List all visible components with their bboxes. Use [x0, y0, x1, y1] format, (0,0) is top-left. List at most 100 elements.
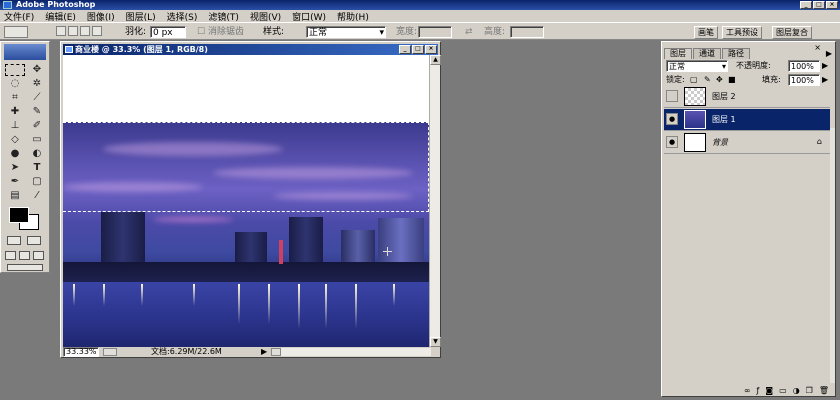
opacity-input[interactable]: 100%: [788, 60, 820, 72]
notes-tool-icon[interactable]: ▤: [5, 190, 25, 202]
dodge-tool-icon[interactable]: ◐: [27, 148, 47, 160]
tool-preset-picker[interactable]: [4, 26, 28, 38]
doc-minimize-button[interactable]: _: [399, 45, 411, 54]
vertical-scrollbar[interactable]: ▲ ▼: [429, 55, 441, 347]
foreground-color-swatch[interactable]: [9, 207, 29, 223]
menu-select[interactable]: 选择(S): [167, 10, 198, 23]
lasso-tool-icon[interactable]: ◌: [5, 78, 25, 90]
screen-mode-full-menu-icon[interactable]: [19, 251, 30, 260]
eye-icon[interactable]: ●: [666, 136, 678, 148]
palette-tab-brushes[interactable]: 画笔: [694, 26, 718, 39]
tab-channels[interactable]: 通道: [693, 48, 721, 59]
standard-mode-icon[interactable]: [7, 236, 21, 245]
shape-tool-icon[interactable]: ▢: [27, 176, 47, 188]
adjustment-layer-icon[interactable]: ◑: [793, 386, 800, 396]
selection-marquee-top: [63, 122, 429, 123]
lock-position-icon[interactable]: ✥: [716, 74, 723, 86]
scroll-up-icon[interactable]: ▲: [430, 55, 441, 65]
swap-icon[interactable]: ⇄: [465, 26, 473, 38]
slice-tool-icon[interactable]: ⟋: [27, 92, 47, 104]
palette-menu-icon[interactable]: ▶: [826, 49, 832, 58]
clone-stamp-icon[interactable]: ⊥: [5, 120, 25, 132]
width-input[interactable]: [418, 26, 452, 38]
marquee-tool-icon[interactable]: [5, 64, 25, 76]
brush-tool-icon[interactable]: ✎: [27, 106, 47, 118]
intersect-selection-icon[interactable]: [92, 26, 102, 36]
antialias-checkbox[interactable]: ☐ 消除锯齿: [197, 26, 244, 38]
maximize-button[interactable]: □: [813, 1, 825, 9]
type-tool-icon[interactable]: T: [27, 162, 47, 174]
menu-edit[interactable]: 编辑(E): [45, 10, 76, 23]
scroll-left-icon[interactable]: [271, 348, 281, 356]
eyedropper-icon[interactable]: ⁄: [27, 190, 47, 202]
layer-mask-icon[interactable]: ◙: [765, 386, 773, 396]
tab-layers[interactable]: 图层: [664, 48, 692, 59]
height-input[interactable]: [510, 26, 544, 38]
new-layer-icon[interactable]: ❐: [806, 386, 813, 396]
fill-label: 填充:: [762, 75, 781, 84]
screen-mode-standard-icon[interactable]: [5, 251, 16, 260]
healing-brush-icon[interactable]: ✚: [5, 106, 25, 118]
new-group-icon[interactable]: ▭: [779, 386, 787, 396]
opacity-slider-icon[interactable]: ▶: [822, 60, 828, 72]
status-menu-icon[interactable]: [103, 348, 117, 356]
menu-filter[interactable]: 滤镜(T): [208, 10, 239, 23]
horizontal-scrollbar[interactable]: [281, 348, 431, 356]
pen-tool-icon[interactable]: ✒: [5, 176, 25, 188]
layer-row-layer2[interactable]: 图层 2: [664, 86, 830, 108]
selection-marquee-bottom: [63, 211, 429, 212]
imageready-jump-icon[interactable]: [7, 264, 43, 271]
close-button[interactable]: ×: [826, 1, 838, 9]
menu-image[interactable]: 图像(I): [87, 10, 115, 23]
canvas[interactable]: [63, 55, 429, 347]
layers-palette-tabs: 图层 通道 路径: [664, 48, 751, 59]
status-arrow-icon[interactable]: ▶: [261, 347, 267, 357]
fill-input[interactable]: 100%: [788, 74, 820, 86]
tab-paths[interactable]: 路径: [722, 48, 750, 59]
doc-maximize-button[interactable]: □: [412, 45, 424, 54]
magic-wand-icon[interactable]: ✲: [27, 78, 47, 90]
crop-tool-icon[interactable]: ⌗: [5, 92, 25, 104]
layer-row-background[interactable]: ● 背景 ⌂: [664, 132, 830, 154]
screen-mode-full-icon[interactable]: [33, 251, 44, 260]
zoom-field[interactable]: 33.33%: [63, 347, 99, 357]
menu-layer[interactable]: 图层(L): [126, 10, 156, 23]
history-brush-icon[interactable]: ✐: [27, 120, 47, 132]
lock-all-icon[interactable]: ■: [728, 74, 736, 86]
layer-row-layer1[interactable]: ● 图层 1: [664, 109, 830, 131]
lock-pixels-icon[interactable]: ✎: [704, 74, 711, 86]
lock-transparency-icon[interactable]: ▢: [690, 74, 698, 86]
blend-mode-select[interactable]: 正常 ▾: [666, 60, 728, 72]
document-status-bar: 33.33% 文档:6.29M/22.6M ▶: [63, 347, 440, 357]
layers-scrollbar[interactable]: [830, 128, 835, 383]
eraser-tool-icon[interactable]: ◇: [5, 134, 25, 146]
path-selection-icon[interactable]: ➤: [5, 162, 25, 174]
menu-file[interactable]: 文件(F): [4, 10, 34, 23]
layer-style-icon[interactable]: ƒ: [757, 386, 760, 396]
move-tool-icon[interactable]: ✥: [27, 64, 47, 76]
palette-tab-tool-presets[interactable]: 工具预设: [722, 26, 762, 39]
new-selection-icon[interactable]: [56, 26, 66, 36]
gradient-tool-icon[interactable]: ▭: [27, 134, 47, 146]
quick-mask-icon[interactable]: [27, 236, 41, 245]
menu-view[interactable]: 视图(V): [250, 10, 281, 23]
blur-tool-icon[interactable]: ●: [5, 148, 25, 160]
feather-logo-icon[interactable]: [4, 44, 46, 60]
menu-window[interactable]: 窗口(W): [292, 10, 326, 23]
layer-name: 背景: [712, 138, 728, 147]
subtract-selection-icon[interactable]: [80, 26, 90, 36]
style-select[interactable]: 正常 ▾: [306, 26, 386, 38]
feather-input[interactable]: 0 px: [150, 26, 186, 38]
delete-layer-icon[interactable]: 🗑: [819, 386, 829, 396]
scroll-down-icon[interactable]: ▼: [430, 337, 441, 347]
link-layers-icon[interactable]: ∞: [744, 386, 751, 396]
fill-slider-icon[interactable]: ▶: [822, 74, 828, 86]
add-selection-icon[interactable]: [68, 26, 78, 36]
eye-icon[interactable]: ●: [666, 113, 678, 125]
visibility-toggle-empty-icon[interactable]: [666, 90, 678, 102]
palette-tab-layer-comps[interactable]: 图层复合: [772, 26, 812, 39]
doc-close-button[interactable]: ×: [425, 45, 437, 54]
minimize-button[interactable]: _: [800, 1, 812, 9]
menu-help[interactable]: 帮助(H): [337, 10, 369, 23]
palette-close-icon[interactable]: ×: [814, 43, 821, 52]
